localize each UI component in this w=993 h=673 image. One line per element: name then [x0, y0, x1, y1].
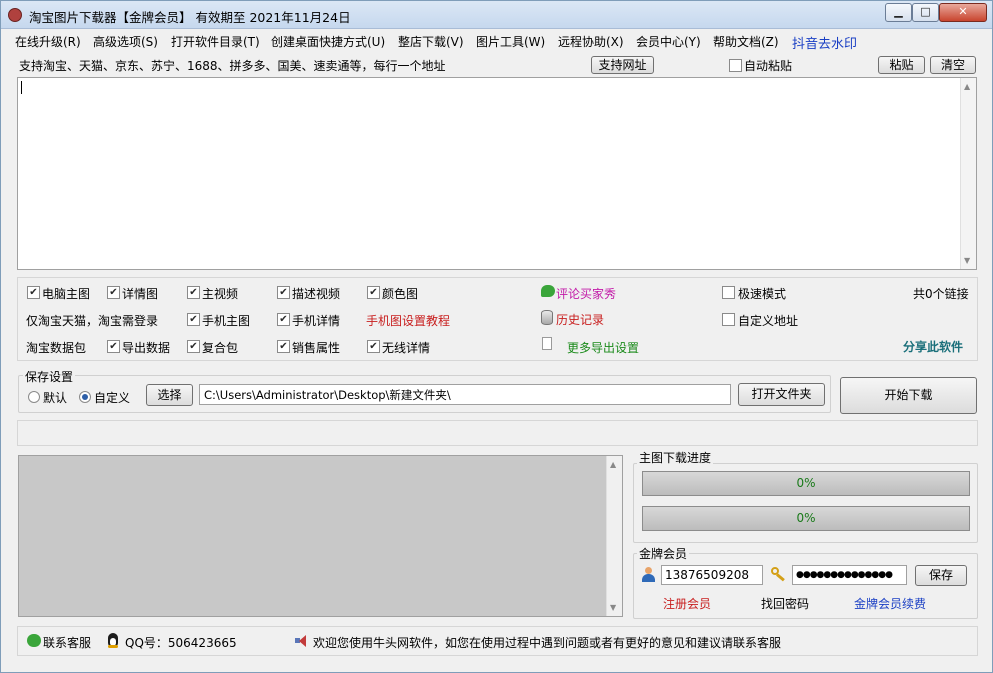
detail-image-checkbox[interactable]: ✔ [107, 286, 120, 299]
tmall-login-note: 仅淘宝天猫，淘宝需登录 [26, 314, 159, 328]
auto-paste-checkbox[interactable] [729, 59, 742, 72]
status-strip [17, 420, 978, 446]
speaker-icon [295, 634, 309, 647]
comment-showcase-link[interactable]: 评论买家秀 [556, 285, 616, 302]
menu-shop-download[interactable]: 整店下载(V) [398, 33, 464, 50]
sales-attributes-checkbox[interactable]: ✔ [277, 340, 290, 353]
taobao-data-package-note: 淘宝数据包 [26, 341, 87, 355]
speech-bubble-icon [541, 285, 555, 297]
url-hint-text: 支持淘宝、天猫、京东、苏宁、1688、拼多多、国美、速卖通等，每行一个地址 [19, 59, 446, 73]
color-image-checkbox[interactable]: ✔ [367, 286, 380, 299]
penguin-icon [107, 633, 119, 648]
minimize-button[interactable]: ▁ [885, 3, 912, 22]
clear-button[interactable]: 清空 [930, 56, 976, 74]
database-icon [541, 310, 553, 325]
password-input[interactable]: ●●●●●●●●●●●●●● [792, 565, 907, 585]
auto-paste-label: 自动粘贴 [744, 59, 793, 73]
register-member-link[interactable]: 注册会员 [663, 595, 711, 612]
document-icon [542, 337, 552, 350]
wireless-detail-label: 无线详情 [382, 341, 431, 355]
window-title: 淘宝图片下载器【金牌会员】 有效期至 2021年11月24日 [29, 10, 351, 25]
contact-support-link[interactable]: 联系客服 [43, 634, 91, 651]
menu-bar: 在线升级(R) 高级选项(S) 打开软件目录(T) 创建桌面快捷方式(U) 整店… [1, 30, 992, 52]
fast-mode-checkbox[interactable] [722, 286, 735, 299]
qq-number-text: QQ号：506423665 [125, 636, 237, 650]
custom-address-checkbox[interactable] [722, 313, 735, 326]
recover-password-link[interactable]: 找回密码 [761, 595, 809, 612]
history-link[interactable]: 历史记录 [556, 311, 604, 328]
menu-image-tools[interactable]: 图片工具(W) [476, 33, 545, 50]
preview-scroll-up-icon[interactable]: ▲ [610, 460, 616, 469]
supported-sites-button[interactable]: 支持网址 [591, 56, 654, 74]
url-input-area[interactable]: ▲ ▼ [17, 77, 977, 270]
fast-mode-label: 极速模式 [738, 287, 787, 301]
main-image-progress-bar: 0% [642, 471, 970, 496]
menu-open-directory[interactable]: 打开软件目录(T) [171, 33, 260, 50]
link-count-text: 共0个链接 [913, 287, 969, 301]
menu-help-docs[interactable]: 帮助文档(Z) [713, 33, 779, 50]
description-video-label: 描述视频 [292, 287, 341, 301]
default-path-label: 默认 [43, 391, 68, 405]
mobile-detail-checkbox[interactable]: ✔ [277, 313, 290, 326]
secondary-progress-bar: 0% [642, 506, 970, 531]
export-data-checkbox[interactable]: ✔ [107, 340, 120, 353]
user-icon [641, 567, 655, 582]
mobile-main-image-label: 手机主图 [202, 314, 251, 328]
color-image-label: 颜色图 [382, 287, 419, 301]
url-input-scrollbar[interactable]: ▲ ▼ [960, 78, 976, 269]
menu-online-upgrade[interactable]: 在线升级(R) [15, 33, 81, 50]
save-settings-title: 保存设置 [23, 368, 76, 385]
desktop-main-image-checkbox[interactable]: ✔ [27, 286, 40, 299]
mobile-main-image-checkbox[interactable]: ✔ [187, 313, 200, 326]
scroll-down-icon[interactable]: ▼ [964, 256, 970, 265]
composite-package-checkbox[interactable]: ✔ [187, 340, 200, 353]
app-logo-icon [8, 8, 22, 22]
sales-attributes-label: 销售属性 [292, 341, 341, 355]
start-download-button[interactable]: 开始下载 [840, 377, 977, 414]
detail-image-label: 详情图 [122, 287, 159, 301]
maximize-button[interactable]: □ [912, 3, 939, 22]
main-video-checkbox[interactable]: ✔ [187, 286, 200, 299]
choose-folder-button[interactable]: 选择 [146, 384, 193, 406]
welcome-message: 欢迎您使用牛头网软件，如您在使用过程中遇到问题或者有更好的意见和建议请联系客服 [313, 636, 782, 650]
save-credentials-button[interactable]: 保存 [915, 565, 967, 586]
key-icon [771, 567, 787, 582]
account-input[interactable]: 13876509208 [661, 565, 763, 585]
renew-membership-link[interactable]: 金牌会员续费 [854, 595, 926, 612]
custom-path-radio[interactable] [79, 391, 91, 403]
wireless-detail-checkbox[interactable]: ✔ [367, 340, 380, 353]
menu-remote-assist[interactable]: 远程协助(X) [558, 33, 624, 50]
progress-title: 主图下载进度 [637, 449, 714, 466]
paste-button[interactable]: 粘贴 [878, 56, 925, 74]
custom-path-label: 自定义 [94, 391, 131, 405]
preview-area: ▲ ▼ [18, 455, 623, 617]
title-bar: 淘宝图片下载器【金牌会员】 有效期至 2021年11月24日 ▁ □ ✕ [1, 1, 992, 29]
custom-address-label: 自定义地址 [738, 314, 799, 328]
text-caret [21, 81, 22, 94]
app-window: 淘宝图片下载器【金牌会员】 有效期至 2021年11月24日 ▁ □ ✕ 在线升… [0, 0, 993, 673]
default-path-radio[interactable] [28, 391, 40, 403]
more-export-settings-link[interactable]: 更多导出设置 [567, 339, 639, 356]
menu-member-center[interactable]: 会员中心(Y) [636, 33, 701, 50]
mobile-detail-label: 手机详情 [292, 314, 341, 328]
member-title: 金牌会员 [637, 545, 690, 562]
save-path-input[interactable]: C:\Users\Administrator\Desktop\新建文件夹\ [199, 384, 731, 405]
export-data-label: 导出数据 [122, 341, 171, 355]
description-video-checkbox[interactable]: ✔ [277, 286, 290, 299]
preview-scroll-down-icon[interactable]: ▼ [610, 603, 616, 612]
menu-advanced-options[interactable]: 高级选项(S) [93, 33, 158, 50]
composite-package-label: 复合包 [202, 341, 239, 355]
scroll-up-icon[interactable]: ▲ [964, 82, 970, 91]
mobile-tutorial-link[interactable]: 手机图设置教程 [366, 312, 450, 329]
wechat-icon [27, 634, 41, 647]
preview-scrollbar[interactable]: ▲ ▼ [606, 456, 622, 616]
desktop-main-image-label: 电脑主图 [42, 287, 91, 301]
menu-create-shortcut[interactable]: 创建桌面快捷方式(U) [271, 33, 385, 50]
menu-douyin-watermark[interactable]: 抖音去水印 [792, 33, 857, 52]
close-button[interactable]: ✕ [939, 3, 987, 22]
main-video-label: 主视频 [202, 287, 239, 301]
open-folder-button[interactable]: 打开文件夹 [738, 383, 825, 406]
share-software-link[interactable]: 分享此软件 [903, 338, 963, 355]
